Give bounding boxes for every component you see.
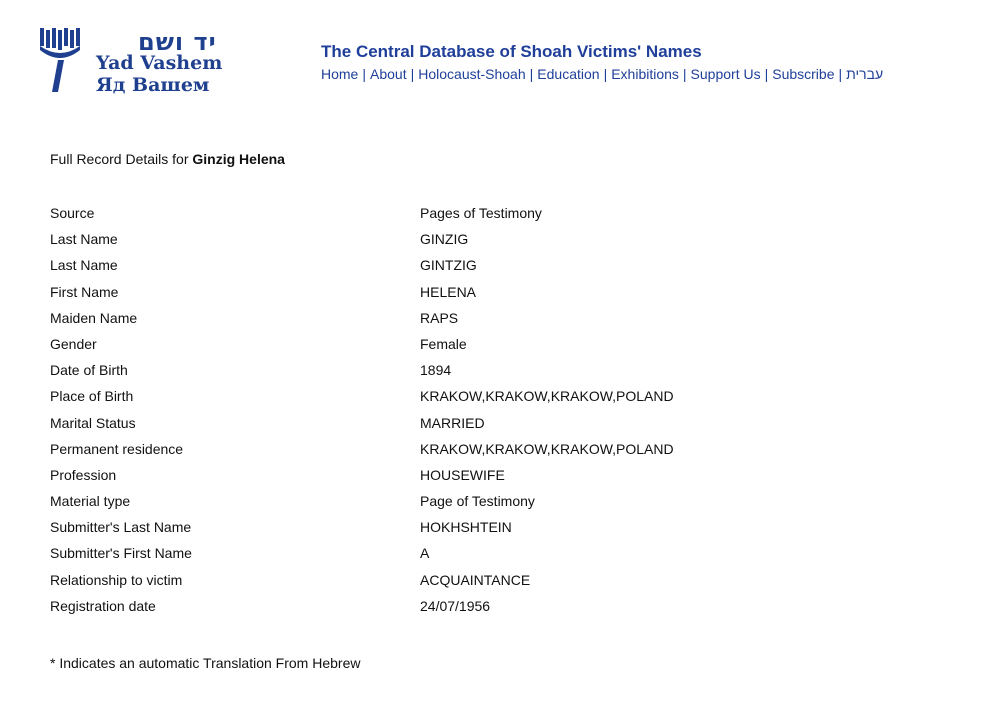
record-row-relationship: Relationship to victim ACQUAINTANCE [50, 572, 750, 598]
record-row-permanent-residence: Permanent residence KRAKOW,KRAKOW,KRAKOW,… [50, 441, 750, 467]
nav-separator: | [838, 66, 843, 82]
field-value: Page of Testimony [420, 493, 535, 510]
site-title: The Central Database of Shoah Victims' N… [321, 42, 702, 61]
field-value: GINZIG [420, 231, 469, 248]
record-row-gender: Gender Female [50, 336, 750, 362]
field-value: KRAKOW,KRAKOW,KRAKOW,POLAND [420, 440, 674, 457]
field-value: Pages of Testimony [420, 205, 542, 221]
nav-separator: | [764, 66, 769, 82]
field-value: 1894 [420, 362, 452, 379]
nav-about-link[interactable]: About [370, 66, 407, 82]
nav-separator: | [410, 66, 415, 82]
field-label: Profession [50, 466, 117, 483]
logo-english-text: Yad Vashem [96, 52, 223, 74]
field-value: HELENA [420, 283, 477, 300]
record-row-material-type: Material type Page of Testimony [50, 493, 750, 519]
field-label: Material type [50, 493, 131, 510]
record-fields: Source Pages of Testimony Last Name GINZIG… [50, 205, 750, 624]
top-navigation: Home | About | Holocaust-Shoah | Education | Exh… [321, 66, 883, 82]
field-label: Submitter's Last Name [50, 519, 192, 536]
nav-home-link[interactable]: Home [321, 66, 358, 82]
field-label: Relationship to victim [50, 571, 183, 588]
nav-separator: | [682, 66, 687, 82]
nav-exhibitions-link[interactable]: Exhibitions [611, 66, 679, 82]
field-label: Last Name [50, 231, 118, 248]
field-value: HOKHSHTEIN [420, 519, 512, 536]
field-value: KRAKOW,KRAKOW,KRAKOW,POLAND [420, 388, 674, 405]
field-value: ACQUAINTANCE [420, 571, 531, 588]
field-value: A [420, 545, 430, 562]
record-row-marital-status: Marital Status MARRIED [50, 415, 750, 441]
field-value: 24/07/1956 [420, 597, 491, 614]
record-row-submitter-last-name: Submitter's Last Name HOKHSHTEIN [50, 519, 750, 545]
record-row-maiden-name: Maiden Name RAPS [50, 310, 750, 336]
field-label: Registration date [50, 597, 156, 614]
record-row-last-name-alt: Last Name GINTZIG [50, 257, 750, 283]
field-label: Permanent residence [50, 440, 184, 457]
nav-separator: | [529, 66, 534, 82]
field-label: Date of Birth [50, 362, 128, 379]
nav-education-link[interactable]: Education [537, 66, 599, 82]
record-row-last-name: Last Name GINZIG [50, 231, 750, 257]
record-row-place-of-birth: Place of Birth KRAKOW,KRAKOW,KRAKOW,POLAN… [50, 388, 750, 414]
menorah-logo-icon [40, 28, 80, 92]
record-heading: Full Record Details for Ginzig Helena [50, 151, 285, 167]
field-value: HOUSEWIFE [420, 466, 505, 483]
record-row-date-of-birth: Date of Birth 1894 [50, 362, 750, 388]
field-label: First Name [50, 283, 119, 300]
record-row-submitter-first-name: Submitter's First Name A [50, 545, 750, 571]
nav-separator: | [603, 66, 608, 82]
field-value: RAPS [420, 309, 459, 326]
field-label: Submitter's First Name [50, 545, 192, 562]
record-heading-prefix: Full Record Details for [50, 151, 189, 167]
field-label: Source [50, 205, 95, 221]
logo-russian-text: Яд Вашем [96, 74, 210, 96]
record-victim-name: Ginzig Helena [192, 151, 285, 167]
field-label: Marital Status [50, 414, 136, 431]
translation-footnote: * Indicates an automatic Translation Fro… [50, 655, 361, 671]
field-label: Gender [50, 335, 97, 352]
nav-holocaust-shoah-link[interactable]: Holocaust-Shoah [418, 66, 525, 82]
nav-subscribe-link[interactable]: Subscribe [772, 66, 834, 82]
nav-hebrew-link[interactable]: עברית [846, 66, 883, 82]
field-value: MARRIED [420, 414, 485, 431]
field-value: Female [420, 335, 467, 352]
record-row-profession: Profession HOUSEWIFE [50, 467, 750, 493]
field-label: Last Name [50, 257, 118, 274]
record-row-source: Source Pages of Testimony [50, 205, 750, 231]
nav-support-us-link[interactable]: Support Us [691, 66, 761, 82]
field-value: GINTZIG [420, 257, 477, 274]
nav-separator: | [362, 66, 366, 82]
record-row-first-name: First Name HELENA [50, 284, 750, 310]
yad-vashem-logo[interactable]: יד ושם Yad Vashem Яд Вашем [38, 26, 228, 98]
field-label: Maiden Name [50, 309, 138, 326]
field-label: Place of Birth [50, 388, 134, 405]
record-row-registration-date: Registration date 24/07/1956 [50, 598, 750, 624]
